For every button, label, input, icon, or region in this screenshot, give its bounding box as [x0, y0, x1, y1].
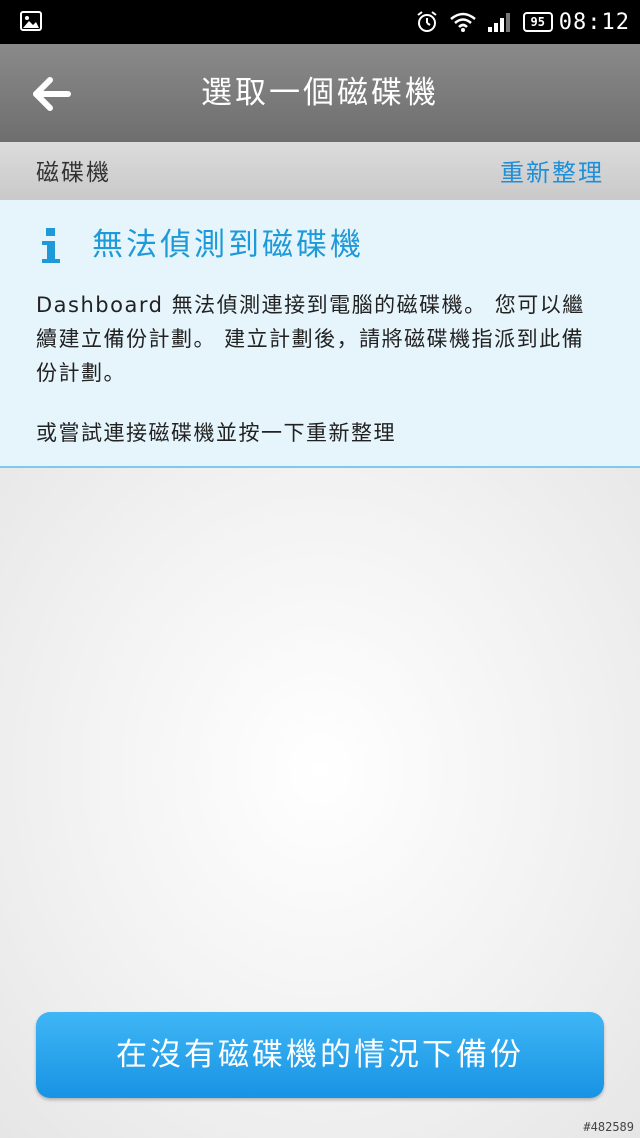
alarm-icon: [415, 10, 439, 34]
info-heading: 無法偵測到磁碟機: [92, 227, 364, 263]
info-message: Dashboard 無法偵測連接到電腦的磁碟機。 您可以繼續建立備份計劃。 建立…: [36, 293, 585, 385]
status-icons: 95 08:12: [405, 0, 630, 44]
info-icon: [40, 228, 62, 264]
backup-without-drive-button[interactable]: 在沒有磁碟機的情況下備份: [36, 1012, 604, 1098]
back-arrow-icon[interactable]: [30, 72, 74, 116]
status-time: 08:12: [558, 9, 630, 35]
watermark: #482589: [583, 1120, 634, 1134]
wifi-icon: [449, 11, 477, 33]
info-hint: 或嘗試連接磁碟機並按一下重新整理: [36, 421, 396, 445]
battery-icon: 95: [522, 12, 553, 32]
image-icon: [20, 11, 42, 31]
refresh-button[interactable]: 重新整理: [500, 142, 604, 204]
section-header: 磁碟機 重新整理: [0, 142, 640, 200]
page-title: 選取一個磁碟機: [201, 75, 439, 111]
title-bar: 選取一個磁碟機: [0, 44, 640, 142]
status-bar: 95 08:12: [0, 0, 640, 44]
signal-icon: [487, 11, 511, 33]
section-label: 磁碟機: [36, 160, 111, 186]
